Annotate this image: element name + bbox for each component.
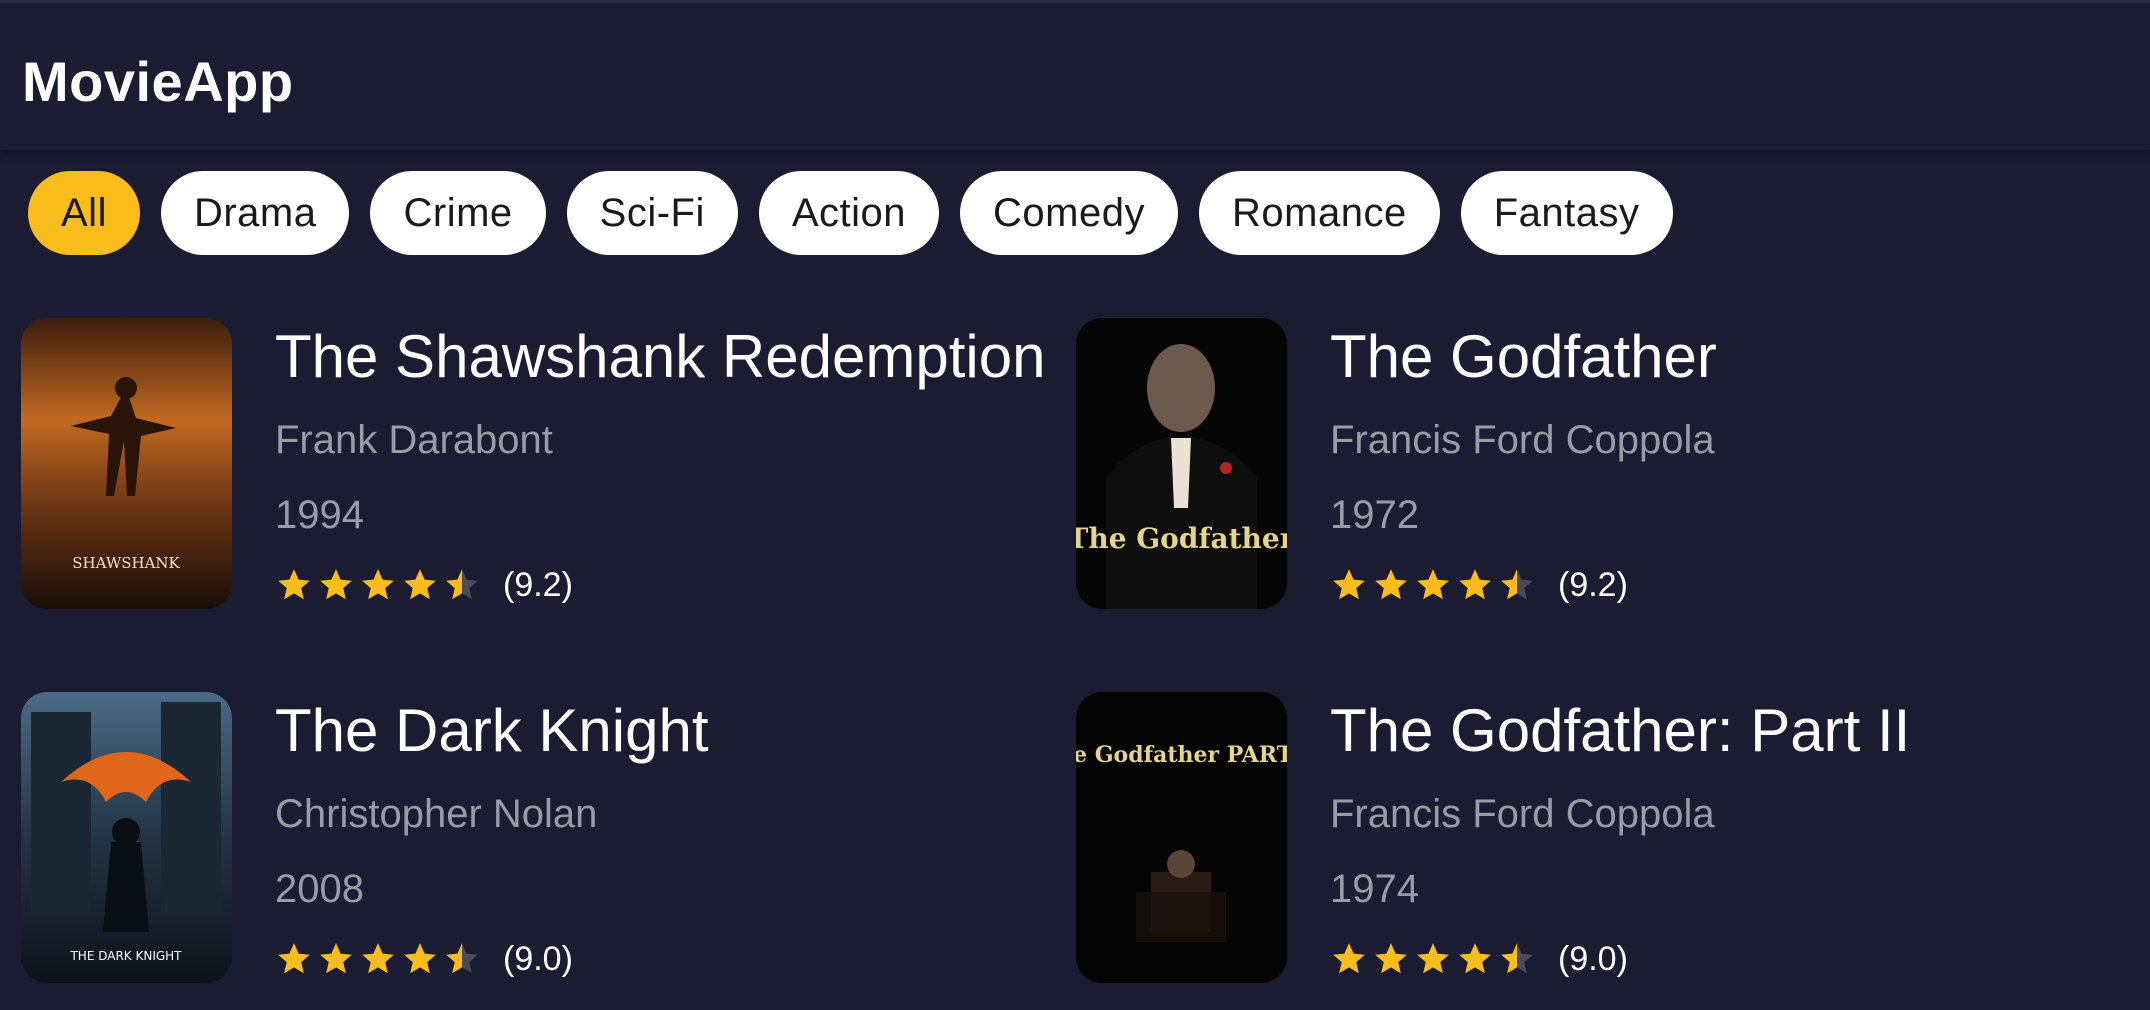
rating-value: (9.0): [503, 939, 573, 978]
movie-director: Christopher Nolan: [275, 792, 598, 836]
star-half-icon: [1501, 943, 1533, 974]
star-filled-icon: [1459, 569, 1491, 600]
rating-value: (9.0): [1558, 939, 1628, 978]
movie-rating: (9.2): [1330, 563, 1628, 607]
rating-value: (9.2): [503, 565, 573, 604]
movie-title: The Dark Knight: [275, 697, 709, 764]
star-filled-icon: [1417, 943, 1449, 974]
movie-title: The Godfather: Part II: [1330, 697, 1911, 764]
movie-poster: The Godfather PART II: [1076, 692, 1287, 983]
star-half-icon: [446, 569, 478, 600]
star-rating: [275, 566, 481, 604]
movie-rating: (9.0): [1330, 937, 1628, 981]
star-filled-icon: [1375, 943, 1407, 974]
movie-title: The Godfather: [1330, 323, 1717, 390]
movie-poster: SHAWSHANK: [21, 318, 232, 609]
poster-title-text: The Godfather: [1076, 522, 1287, 555]
poster-title-text: THE DARK KNIGHT: [69, 949, 182, 963]
star-filled-icon: [320, 569, 352, 600]
star-filled-icon: [278, 569, 310, 600]
star-filled-icon: [1459, 943, 1491, 974]
movie-card[interactable]: THE DARK KNIGHT The Dark Knight Christop…: [21, 692, 1071, 992]
movie-year: 2008: [275, 867, 364, 911]
rating-value: (9.2): [1558, 565, 1628, 604]
star-filled-icon: [404, 943, 436, 974]
star-half-icon: [1501, 569, 1533, 600]
star-filled-icon: [278, 943, 310, 974]
star-rating: [1330, 940, 1536, 978]
movie-poster: THE DARK KNIGHT: [21, 692, 232, 983]
star-rating: [275, 940, 481, 978]
movie-card[interactable]: SHAWSHANK The Shawshank Redemption Frank…: [21, 318, 1071, 618]
poster-title-text: SHAWSHANK: [72, 554, 180, 572]
movie-title: The Shawshank Redemption: [275, 323, 1046, 390]
movie-rating: (9.2): [275, 563, 573, 607]
star-filled-icon: [320, 943, 352, 974]
movie-year: 1972: [1330, 493, 1419, 537]
movie-director: Frank Darabont: [275, 418, 553, 462]
star-filled-icon: [1417, 569, 1449, 600]
star-filled-icon: [1375, 569, 1407, 600]
movie-rating: (9.0): [275, 937, 573, 981]
star-filled-icon: [404, 569, 436, 600]
star-filled-icon: [1333, 569, 1365, 600]
star-filled-icon: [362, 569, 394, 600]
poster-title-text: The Godfather PART II: [1076, 742, 1287, 768]
star-rating: [1330, 566, 1536, 604]
movie-grid: SHAWSHANK The Shawshank Redemption Frank…: [0, 0, 2150, 1010]
movie-year: 1974: [1330, 867, 1419, 911]
movie-card[interactable]: The Godfather PART II The Godfather: Par…: [1076, 692, 2126, 992]
movie-year: 1994: [275, 493, 364, 537]
star-filled-icon: [1333, 943, 1365, 974]
movie-card[interactable]: The Godfather The Godfather Francis Ford…: [1076, 318, 2126, 618]
movie-director: Francis Ford Coppola: [1330, 418, 1715, 462]
movie-director: Francis Ford Coppola: [1330, 792, 1715, 836]
star-filled-icon: [362, 943, 394, 974]
movie-poster: The Godfather: [1076, 318, 1287, 609]
star-half-icon: [446, 943, 478, 974]
